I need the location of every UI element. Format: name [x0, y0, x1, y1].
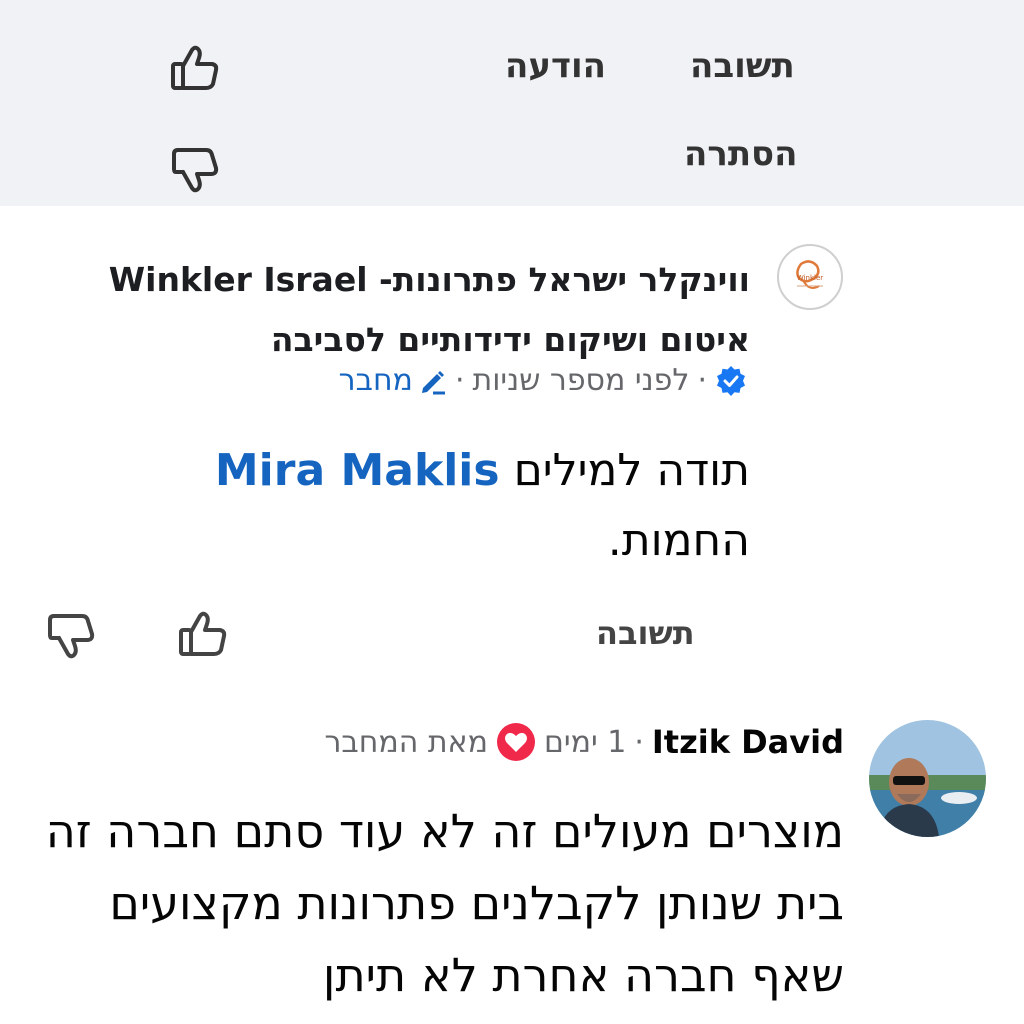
page-logo-text: Winkler — [797, 274, 823, 282]
thumbs-up-icon[interactable] — [170, 44, 220, 92]
reply-timestamp[interactable]: לפני מספר שניות — [472, 363, 689, 398]
pencil-icon — [417, 366, 447, 396]
reply-text-after: החמות. — [607, 515, 750, 566]
page-name[interactable]: ווינקלר ישראל פתרונות- Winkler Israel אי… — [50, 250, 750, 370]
author-badge: מחבר — [339, 363, 447, 398]
comment-header: Itzik David · 1 ימים מאת המחבר — [324, 722, 844, 762]
verified-badge-icon — [715, 365, 747, 397]
comment-timestamp[interactable]: 1 ימים — [544, 725, 626, 760]
report-button[interactable]: הודעה — [505, 46, 606, 86]
hide-button[interactable]: הסתרה — [684, 134, 798, 174]
reply-button-2[interactable]: תשובה — [596, 614, 695, 652]
page-avatar[interactable]: Winkler — [777, 244, 843, 310]
thumbs-down-icon[interactable] — [170, 146, 220, 194]
mention-link[interactable]: Mira Maklis — [215, 445, 500, 496]
from-author-label: מאת המחבר — [324, 724, 488, 760]
reply-text: תודה למילים Mira Maklis החמות. — [130, 436, 750, 576]
user-avatar[interactable] — [869, 720, 986, 837]
reply-text-before: תודה למילים — [513, 445, 750, 496]
meta-separator: · — [454, 363, 465, 398]
commenter-name[interactable]: Itzik David — [652, 723, 844, 761]
thumbs-up-icon[interactable] — [178, 610, 228, 658]
reply-button[interactable]: תשובה — [690, 46, 795, 86]
comment-text: מוצרים מעולים זה לא עוד סתם חברה זה בית … — [45, 804, 844, 1002]
meta-separator: · — [634, 724, 644, 760]
previous-comment-actions-bar — [0, 0, 1024, 206]
thumbs-down-icon[interactable] — [46, 612, 96, 660]
meta-separator: · — [697, 363, 707, 398]
reply-meta: · לפני מספר שניות · מחבר — [339, 363, 747, 398]
heart-reaction-icon — [496, 722, 536, 762]
author-label: מחבר — [338, 363, 413, 398]
